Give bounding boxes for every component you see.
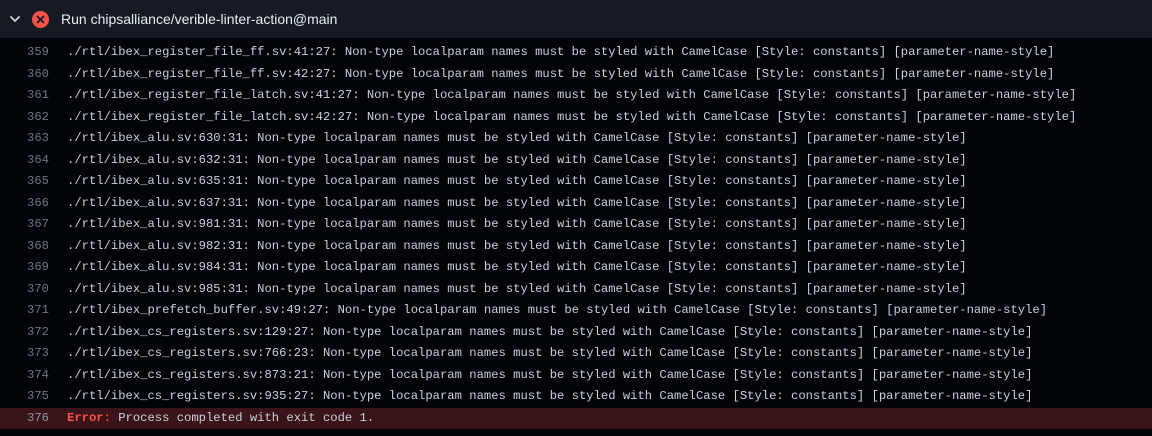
line-number[interactable]: 374: [0, 365, 49, 387]
line-number[interactable]: 364: [0, 150, 49, 172]
log-line: 363 ./rtl/ibex_alu.sv:630:31: Non-type lo…: [0, 128, 1152, 150]
log-text: ./rtl/ibex_register_file_latch.sv:41:27:…: [67, 88, 1077, 102]
log-text: ./rtl/ibex_alu.sv:981:31: Non-type local…: [67, 217, 967, 231]
step-title: Run chipsalliance/verible-linter-action@…: [61, 11, 338, 27]
log-text: ./rtl/ibex_alu.sv:984:31: Non-type local…: [67, 260, 967, 274]
log-text: ./rtl/ibex_prefetch_buffer.sv:49:27: Non…: [67, 303, 1048, 317]
line-number[interactable]: 362: [0, 107, 49, 129]
line-number[interactable]: 365: [0, 171, 49, 193]
log-line: 367 ./rtl/ibex_alu.sv:981:31: Non-type lo…: [0, 214, 1152, 236]
log-text: ./rtl/ibex_alu.sv:985:31: Non-type local…: [67, 281, 967, 296]
error-text: Error: Process completed with exit code …: [49, 408, 374, 430]
log-line: 369 ./rtl/ibex_alu.sv:984:31: Non-type lo…: [0, 257, 1152, 279]
line-number[interactable]: 363: [0, 128, 49, 150]
log-line: 365 ./rtl/ibex_alu.sv:635:31: Non-type lo…: [0, 171, 1152, 193]
log-text: ./rtl/ibex_alu.sv:635:31: Non-type local…: [67, 174, 967, 188]
log-text: ./rtl/ibex_register_file_ff.sv:41:27: No…: [67, 45, 1055, 59]
line-number[interactable]: 369: [0, 257, 49, 279]
log-text: ./rtl/ibex_alu.sv:632:31: Non-type local…: [67, 152, 967, 167]
log-text: ./rtl/ibex_cs_registers.sv:766:23: Non-t…: [67, 346, 1033, 360]
log-text: ./rtl/ibex_cs_registers.sv:129:27: Non-t…: [67, 324, 1033, 339]
line-number[interactable]: 368: [0, 236, 49, 258]
error-message: Process completed with exit code 1.: [110, 410, 375, 425]
log-line: 370 ./rtl/ibex_alu.sv:985:31: Non-type lo…: [0, 279, 1152, 301]
log-line: 366 ./rtl/ibex_alu.sv:637:31: Non-type lo…: [0, 193, 1152, 215]
chevron-down-icon[interactable]: [9, 13, 21, 25]
line-number[interactable]: 360: [0, 64, 49, 86]
error-log-line: 376 Error: Process completed with exit co…: [0, 407, 1152, 430]
line-number[interactable]: 359: [0, 42, 49, 64]
line-number[interactable]: 376: [0, 408, 49, 430]
log-text: ./rtl/ibex_register_file_ff.sv:42:27: No…: [67, 66, 1055, 81]
log-line: 361 ./rtl/ibex_register_file_latch.sv:41:…: [0, 85, 1152, 107]
line-number[interactable]: 373: [0, 343, 49, 365]
log-line: 375 ./rtl/ibex_cs_registers.sv:935:27: No…: [0, 386, 1152, 408]
step-header[interactable]: Run chipsalliance/verible-linter-action@…: [0, 0, 1152, 38]
log-text: ./rtl/ibex_alu.sv:630:31: Non-type local…: [67, 131, 967, 145]
line-number[interactable]: 366: [0, 193, 49, 215]
line-number[interactable]: 372: [0, 322, 49, 344]
log-line: 368 ./rtl/ibex_alu.sv:982:31: Non-type lo…: [0, 236, 1152, 258]
line-number[interactable]: 375: [0, 386, 49, 408]
line-number[interactable]: 371: [0, 300, 49, 322]
error-label: Error:: [67, 410, 111, 425]
log-line: 364 ./rtl/ibex_alu.sv:632:31: Non-type lo…: [0, 150, 1152, 172]
log-line: 362 ./rtl/ibex_register_file_latch.sv:42:…: [0, 107, 1152, 129]
log-text: ./rtl/ibex_cs_registers.sv:873:21: Non-t…: [67, 367, 1033, 382]
log-line: 359 ./rtl/ibex_register_file_ff.sv:41:27:…: [0, 42, 1152, 64]
log-line: 360 ./rtl/ibex_register_file_ff.sv:42:27:…: [0, 64, 1152, 86]
log-output: 359 ./rtl/ibex_register_file_ff.sv:41:27:…: [0, 38, 1152, 429]
x-circle-fill-icon: [32, 10, 49, 28]
line-number[interactable]: 370: [0, 279, 49, 301]
line-number[interactable]: 367: [0, 214, 49, 236]
log-line: 373 ./rtl/ibex_cs_registers.sv:766:23: No…: [0, 343, 1152, 365]
log-text: ./rtl/ibex_alu.sv:637:31: Non-type local…: [67, 195, 967, 210]
log-text: ./rtl/ibex_cs_registers.sv:935:27: Non-t…: [67, 389, 1033, 403]
line-number[interactable]: 361: [0, 85, 49, 107]
log-text: ./rtl/ibex_alu.sv:982:31: Non-type local…: [67, 238, 967, 253]
log-line: 374 ./rtl/ibex_cs_registers.sv:873:21: No…: [0, 365, 1152, 387]
log-text: ./rtl/ibex_register_file_latch.sv:42:27:…: [67, 109, 1077, 124]
log-line: 372 ./rtl/ibex_cs_registers.sv:129:27: No…: [0, 322, 1152, 344]
log-line: 371 ./rtl/ibex_prefetch_buffer.sv:49:27: …: [0, 300, 1152, 322]
